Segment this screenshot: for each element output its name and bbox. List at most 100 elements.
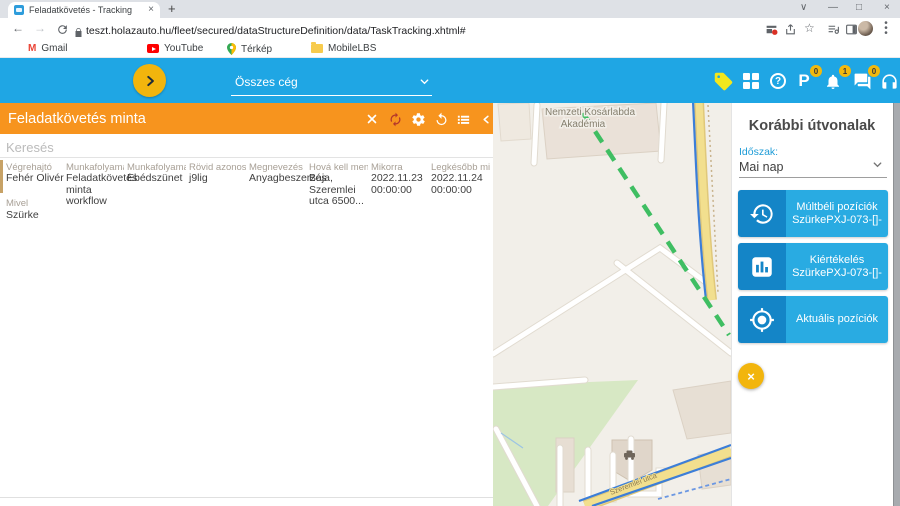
button-label-line1: Kiértékelés <box>810 254 864 267</box>
youtube-icon <box>147 44 159 53</box>
sub-table-cell[interactable]: Szürke <box>6 209 39 221</box>
history-icon <box>738 190 786 237</box>
expand-panel-button[interactable] <box>133 64 166 97</box>
tag-button[interactable] <box>712 70 734 92</box>
close-routes-fab[interactable]: × <box>738 363 764 389</box>
period-select-underline <box>739 177 887 178</box>
messages-button[interactable]: 0 <box>851 70 873 92</box>
search-label[interactable]: Keresés <box>6 140 54 155</box>
button-label-line2: SzürkePXJ-073-[]- <box>792 267 882 280</box>
refresh-icon <box>388 112 403 127</box>
bookmark-gmail[interactable]: M Gmail <box>28 43 67 54</box>
notifications-badge: 1 <box>839 65 851 77</box>
folder-icon <box>311 44 323 53</box>
profile-avatar[interactable] <box>858 21 873 36</box>
browser-menu-icon[interactable]: ••• <box>881 21 891 36</box>
target-icon <box>738 296 786 343</box>
bookmark-mobilelbs[interactable]: MobileLBS <box>311 43 376 54</box>
help-icon: ? <box>770 73 786 89</box>
current-positions-button[interactable]: Aktuális pozíciók <box>738 296 888 343</box>
map-canvas[interactable]: Nemzeti Kosárlabda Akadémia Szeremlei ut… <box>493 103 731 506</box>
bar-chart-icon <box>738 243 786 290</box>
bookmark-youtube[interactable]: YouTube <box>147 43 203 54</box>
panel-reset-button[interactable] <box>433 111 449 127</box>
reading-list-icon[interactable] <box>827 23 840 36</box>
share-icon[interactable] <box>784 23 797 36</box>
evaluation-button[interactable]: Kiértékelés SzürkePXJ-073-[]- <box>738 243 888 290</box>
table-cell[interactable]: Baja, Szeremlei utca 6500... <box>309 173 369 208</box>
chevron-down-icon <box>419 76 430 87</box>
close-icon <box>366 113 378 125</box>
bookmark-label: Térkép <box>241 44 272 55</box>
table-cell[interactable]: Anyagbeszerzés <box>249 173 309 185</box>
chevron-left-icon <box>481 114 492 125</box>
support-button[interactable] <box>878 70 900 92</box>
window-close-icon[interactable]: × <box>884 2 890 14</box>
chevron-down-icon[interactable] <box>872 159 883 173</box>
bookmark-label: MobileLBS <box>328 43 376 54</box>
tab-close-icon[interactable]: × <box>148 5 154 15</box>
headset-icon <box>880 72 899 91</box>
panel-close-button[interactable] <box>364 111 380 127</box>
browser-tab[interactable]: Feladatkövetés - Tracking × <box>8 2 160 18</box>
window-profile-chevron-icon[interactable]: ∨ <box>800 2 807 14</box>
table-cell[interactable]: j9lig <box>189 173 246 185</box>
back-icon[interactable]: ← <box>12 22 24 35</box>
table-cell[interactable]: 2022.11.24 00:00:00 <box>431 173 489 196</box>
notifications-button[interactable]: 1 <box>822 70 844 92</box>
panel-list-button[interactable] <box>455 111 471 127</box>
window-minimize-icon[interactable]: — <box>828 2 838 14</box>
map-poi-label: Akadémia <box>561 119 606 130</box>
page-scrollbar[interactable] <box>893 103 900 506</box>
bookmark-maps[interactable]: Térkép <box>227 43 272 55</box>
table-cell[interactable]: Feladatkövetés minta workflow <box>66 173 126 208</box>
forward-icon[interactable]: → <box>34 22 46 35</box>
panel-bottom-border <box>0 497 493 498</box>
table-cell[interactable]: Ebédszünet <box>127 173 186 185</box>
past-positions-button[interactable]: Múltbéli pozíciók SzürkePXJ-073-[]- <box>738 190 888 237</box>
bookmark-label: Gmail <box>41 43 67 54</box>
help-button[interactable]: ? <box>767 70 789 92</box>
company-select-value: Összes cég <box>235 75 298 89</box>
company-select[interactable]: Összes cég <box>231 70 432 96</box>
period-select-value[interactable]: Mai nap <box>739 160 783 174</box>
parking-button[interactable]: P 0 <box>793 70 815 92</box>
grid-icon <box>743 73 759 89</box>
panel-title: Feladatkövetés minta <box>8 111 146 127</box>
map-building <box>498 103 531 141</box>
row-selection-indicator <box>0 160 3 193</box>
window-maximize-icon[interactable]: □ <box>856 2 862 14</box>
side-panel-icon[interactable] <box>845 23 858 36</box>
bookmark-star-icon[interactable]: ☆ <box>804 21 815 35</box>
search-underline <box>0 157 493 158</box>
panel-autorefresh-button[interactable] <box>387 111 403 127</box>
bookmark-label: YouTube <box>164 43 203 54</box>
bookmarks-bar <box>0 40 900 58</box>
button-label-line1: Aktuális pozíciók <box>796 313 878 326</box>
table-cell[interactable]: 2022.11.23 00:00:00 <box>371 173 429 196</box>
app-window: Feladatkövetés - Tracking × + ∨ — □ × ← … <box>0 0 900 506</box>
url-text[interactable]: teszt.holazauto.hu/fleet/secured/dataStr… <box>86 25 466 37</box>
tab-favicon-icon <box>14 5 24 15</box>
map-poi-label: Nemzeti Kosárlabda <box>545 107 635 118</box>
button-label-line1: Múltbéli pozíciók <box>796 201 877 214</box>
parking-badge: 0 <box>810 65 822 77</box>
period-label: Időszak: <box>739 146 778 158</box>
chevron-right-icon <box>143 74 157 88</box>
reload-icon[interactable] <box>56 23 69 41</box>
button-label-line2: SzürkePXJ-073-[]- <box>792 214 882 227</box>
panel-collapse-button[interactable] <box>478 111 494 127</box>
parking-icon: P <box>798 71 809 91</box>
dashboard-button[interactable] <box>740 70 762 92</box>
tab-title: Feladatkövetés - Tracking <box>29 5 143 15</box>
save-card-icon[interactable] <box>765 23 778 36</box>
map-pin-icon <box>227 43 236 55</box>
table-cell[interactable]: Fehér Olivér <box>6 173 64 185</box>
gear-icon <box>411 112 426 127</box>
panel-settings-button[interactable] <box>410 111 426 127</box>
list-icon <box>456 112 471 127</box>
new-tab-button[interactable]: + <box>168 1 176 16</box>
tag-icon <box>713 71 734 92</box>
gmail-icon: M <box>28 43 36 54</box>
undo-icon <box>434 112 449 127</box>
